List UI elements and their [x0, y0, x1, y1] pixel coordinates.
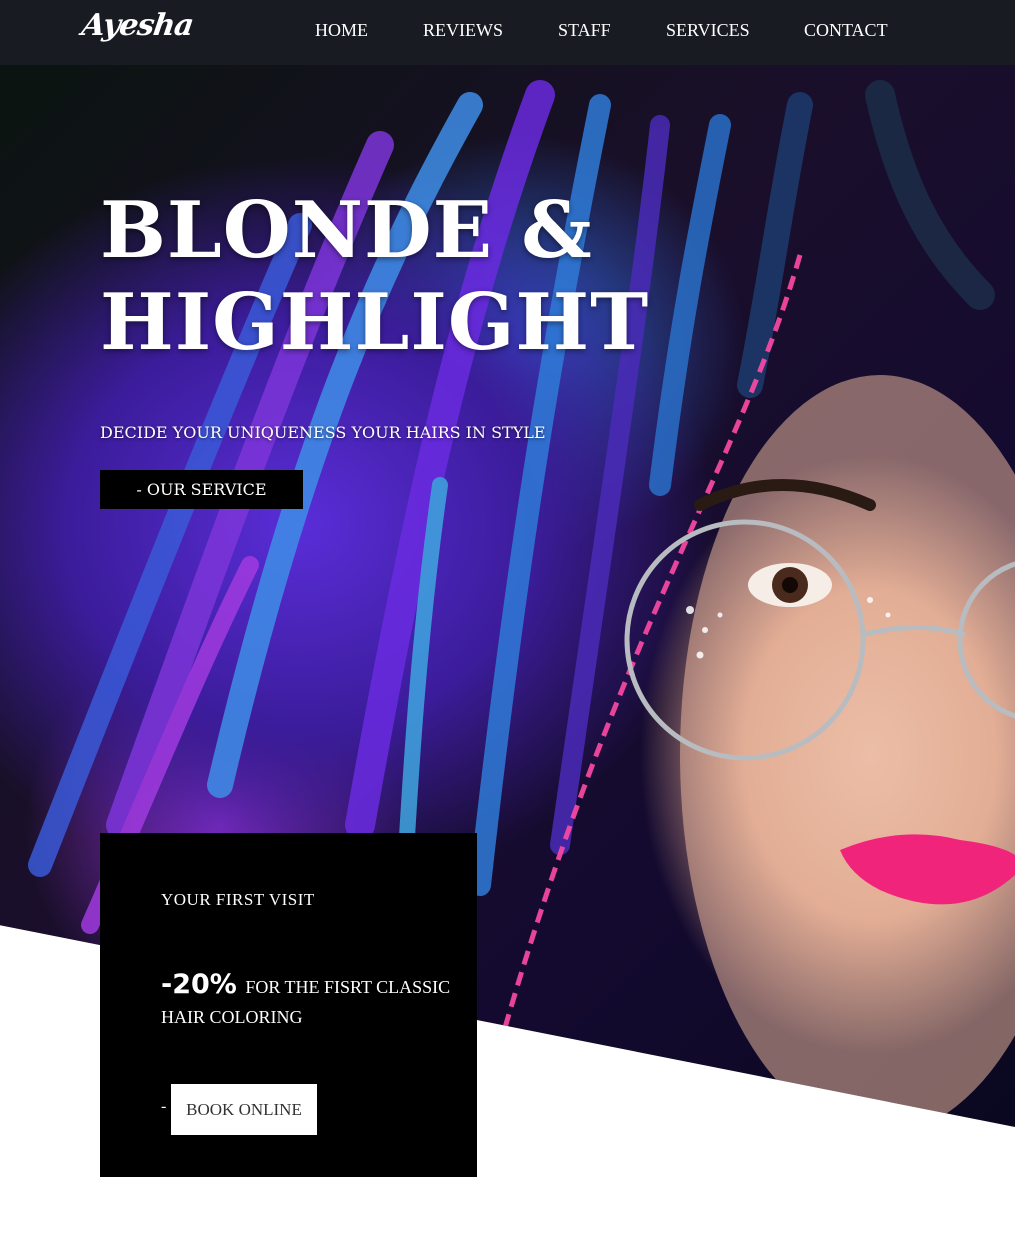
- nav-link-staff[interactable]: STAFF: [558, 20, 611, 41]
- hero-title: BLONDE & HIGHLIGHT: [100, 185, 660, 369]
- offer-title: YOUR FIRST VISIT: [161, 890, 315, 909]
- our-service-button[interactable]: - OUR SERVICE: [100, 470, 303, 509]
- hero-title-line-1: BLONDE &: [100, 185, 593, 276]
- logo[interactable]: Ayesha: [80, 8, 196, 43]
- hero-subtitle: DECIDE YOUR UNIQUENESS YOUR HAIRS IN STY…: [100, 423, 546, 442]
- nav-link-services[interactable]: SERVICES: [666, 20, 750, 41]
- nav-link-contact[interactable]: CONTACT: [804, 20, 888, 41]
- nav-link-home[interactable]: HOME: [315, 20, 368, 41]
- book-dash: -: [161, 1098, 167, 1115]
- book-online-button[interactable]: BOOK ONLINE: [171, 1084, 317, 1135]
- nav-link-reviews[interactable]: REVIEWS: [423, 20, 503, 41]
- navbar: Ayesha HOME REVIEWS STAFF SERVICES CONTA…: [0, 0, 1015, 65]
- offer-description: -20% FOR THE FISRT CLASSIC HAIR COLORING: [161, 970, 451, 1032]
- hero-title-line-2: HIGHLIGHT: [100, 277, 650, 368]
- offer-discount: -20%: [161, 969, 237, 1000]
- first-visit-offer-card: YOUR FIRST VISIT -20% FOR THE FISRT CLAS…: [100, 833, 477, 1177]
